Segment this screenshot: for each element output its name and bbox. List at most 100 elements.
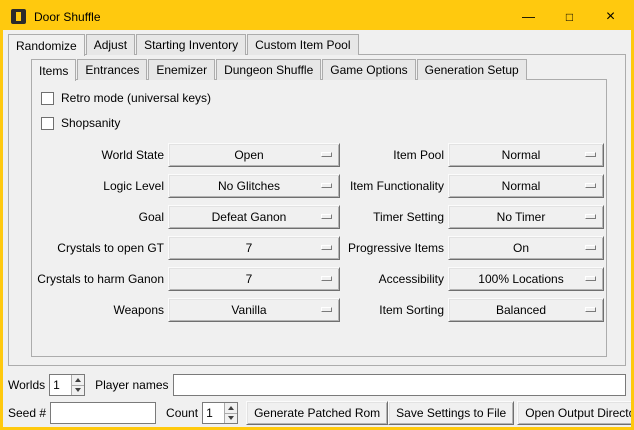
seed-input[interactable]: [50, 402, 156, 424]
crystals-open-gt-dropdown[interactable]: 7: [168, 236, 340, 260]
item-functionality-dropdown[interactable]: Normal: [448, 174, 604, 198]
dropdown-value: 7: [246, 272, 263, 286]
arrow-up-icon: [228, 406, 234, 410]
items-tab-panel: Retro mode (universal keys) Shopsanity W…: [31, 79, 607, 357]
weapons-label: Weapons: [38, 303, 164, 317]
count-spinbox: [202, 402, 238, 424]
accessibility-label: Accessibility: [344, 272, 444, 286]
dropdown-indicator-icon: [585, 276, 596, 281]
spin-down-button[interactable]: [224, 413, 237, 424]
dropdown-value: Defeat Ganon: [212, 210, 297, 224]
item-pool-dropdown[interactable]: Normal: [448, 143, 604, 167]
retro-mode-row: Retro mode (universal keys): [32, 91, 606, 105]
minimize-button[interactable]: —: [508, 3, 549, 30]
logic-level-label: Logic Level: [38, 179, 164, 193]
dropdown-indicator-icon: [321, 245, 332, 250]
goal-label: Goal: [38, 210, 164, 224]
window-controls: — □ ×: [508, 3, 631, 30]
player-names-label: Player names: [95, 378, 168, 392]
accessibility-dropdown[interactable]: 100% Locations: [448, 267, 604, 291]
window-title: Door Shuffle: [34, 10, 101, 24]
dropdown-value: 7: [246, 241, 263, 255]
window: Door Shuffle — □ × Randomize Adjust Star…: [0, 0, 634, 430]
dropdown-value: Normal: [502, 148, 551, 162]
worlds-input[interactable]: [50, 375, 71, 395]
settings-grid: World State Open Item Pool Normal Logic …: [32, 130, 606, 322]
item-pool-label: Item Pool: [344, 148, 444, 162]
dropdown-indicator-icon: [321, 183, 332, 188]
dropdown-indicator-icon: [585, 307, 596, 312]
save-settings-button[interactable]: Save Settings to File: [388, 401, 514, 425]
spin-up-button[interactable]: [71, 375, 84, 385]
shopsanity-label: Shopsanity: [61, 116, 120, 130]
main-tab-custom-item-pool[interactable]: Custom Item Pool: [247, 34, 358, 55]
dropdown-value: No Glitches: [218, 179, 290, 193]
arrow-down-icon: [228, 416, 234, 420]
dropdown-value: Normal: [502, 179, 551, 193]
crystals-harm-ganon-label: Crystals to harm Ganon: [38, 272, 164, 286]
close-button[interactable]: ×: [590, 3, 631, 30]
dropdown-value: 100% Locations: [478, 272, 573, 286]
open-output-button[interactable]: Open Output Directory: [517, 401, 634, 425]
sub-tab-dungeon-shuffle[interactable]: Dungeon Shuffle: [216, 59, 321, 80]
dropdown-value: On: [513, 241, 539, 255]
count-input[interactable]: [203, 403, 224, 423]
world-state-dropdown[interactable]: Open: [168, 143, 340, 167]
app-icon: [11, 9, 26, 24]
timer-setting-label: Timer Setting: [344, 210, 444, 224]
shopsanity-row: Shopsanity: [32, 116, 606, 130]
dropdown-indicator-icon: [321, 214, 332, 219]
randomize-tab-panel: Items Entrances Enemizer Dungeon Shuffle…: [8, 54, 626, 366]
count-spin-arrows: [224, 403, 237, 423]
worlds-spin-arrows: [71, 375, 84, 395]
spin-down-button[interactable]: [71, 385, 84, 396]
sub-tab-enemizer[interactable]: Enemizer: [148, 59, 215, 80]
dropdown-value: No Timer: [497, 210, 556, 224]
timer-setting-dropdown[interactable]: No Timer: [448, 205, 604, 229]
progressive-items-label: Progressive Items: [344, 241, 444, 255]
titlebar: Door Shuffle — □ ×: [3, 3, 631, 30]
retro-mode-label: Retro mode (universal keys): [61, 91, 211, 105]
arrow-up-icon: [75, 378, 81, 382]
goal-dropdown[interactable]: Defeat Ganon: [168, 205, 340, 229]
sub-tab-entrances[interactable]: Entrances: [77, 59, 147, 80]
item-functionality-label: Item Functionality: [344, 179, 444, 193]
dropdown-indicator-icon: [321, 276, 332, 281]
crystals-harm-ganon-dropdown[interactable]: 7: [168, 267, 340, 291]
dropdown-indicator-icon: [321, 307, 332, 312]
dropdown-indicator-icon: [585, 183, 596, 188]
shopsanity-checkbox[interactable]: [41, 117, 54, 130]
player-names-input[interactable]: [173, 374, 627, 396]
dropdown-value: Balanced: [496, 303, 556, 317]
sub-tab-generation-setup[interactable]: Generation Setup: [417, 59, 527, 80]
progressive-items-dropdown[interactable]: On: [448, 236, 604, 260]
spin-up-button[interactable]: [224, 403, 237, 413]
world-state-label: World State: [38, 148, 164, 162]
item-sorting-dropdown[interactable]: Balanced: [448, 298, 604, 322]
count-label: Count: [166, 406, 198, 420]
item-sorting-label: Item Sorting: [344, 303, 444, 317]
seed-row: Seed # Count Generate Patched Rom Save S…: [8, 401, 626, 425]
generate-button[interactable]: Generate Patched Rom: [246, 401, 388, 425]
dropdown-indicator-icon: [585, 152, 596, 157]
worlds-label: Worlds: [8, 378, 45, 392]
dropdown-indicator-icon: [321, 152, 332, 157]
worlds-spinbox: [49, 374, 85, 396]
main-tab-adjust[interactable]: Adjust: [86, 34, 135, 55]
main-tab-starting-inventory[interactable]: Starting Inventory: [136, 34, 246, 55]
dropdown-value: Open: [234, 148, 273, 162]
logic-level-dropdown[interactable]: No Glitches: [168, 174, 340, 198]
maximize-button[interactable]: □: [549, 3, 590, 30]
retro-mode-checkbox[interactable]: [41, 92, 54, 105]
arrow-down-icon: [75, 388, 81, 392]
dropdown-value: Vanilla: [231, 303, 276, 317]
main-tab-bar: Randomize Adjust Starting Inventory Cust…: [8, 34, 631, 55]
sub-tab-game-options[interactable]: Game Options: [322, 59, 415, 80]
worlds-row: Worlds Player names: [8, 374, 626, 396]
sub-tab-items[interactable]: Items: [31, 59, 76, 81]
sub-tab-bar: Items Entrances Enemizer Dungeon Shuffle…: [31, 59, 625, 80]
weapons-dropdown[interactable]: Vanilla: [168, 298, 340, 322]
crystals-open-gt-label: Crystals to open GT: [38, 241, 164, 255]
main-tab-randomize[interactable]: Randomize: [8, 34, 85, 56]
dropdown-indicator-icon: [585, 245, 596, 250]
